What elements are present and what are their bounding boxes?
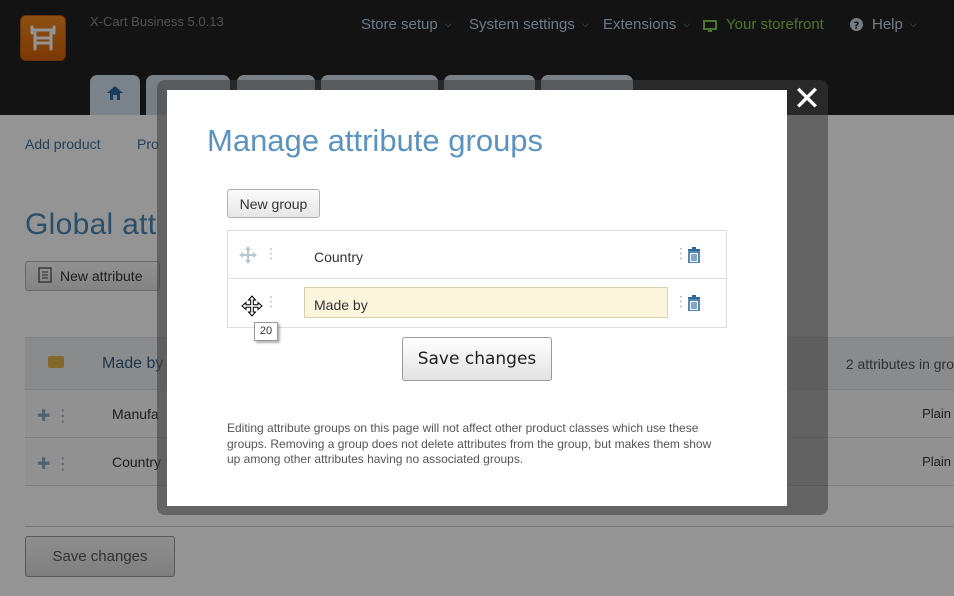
- save-changes-button[interactable]: Save changes: [402, 337, 552, 381]
- group-name-input[interactable]: Made by: [304, 287, 668, 318]
- dialog-title: Manage attribute groups: [207, 123, 544, 158]
- new-group-button[interactable]: New group: [227, 189, 320, 218]
- move-icon[interactable]: [238, 245, 258, 265]
- list-item: ⋮ Made by ⋮: [228, 279, 726, 327]
- close-icon[interactable]: ✕: [790, 82, 824, 116]
- separator-dots-icon: ⋮: [674, 245, 688, 261]
- drag-dots-icon: ⋮: [264, 293, 278, 309]
- group-name[interactable]: Country: [314, 249, 363, 265]
- help-note: Editing attribute groups on this page wi…: [227, 421, 712, 466]
- drag-dots-icon: ⋮: [264, 245, 278, 261]
- groups-list: ⋮ Country ⋮ ⋮ Made by ⋮: [227, 230, 727, 328]
- trash-icon[interactable]: [687, 247, 701, 264]
- manage-attribute-groups-dialog: Manage attribute groups New group ⋮ Coun…: [167, 90, 787, 506]
- trash-icon[interactable]: [687, 295, 701, 312]
- separator-dots-icon: ⋮: [674, 293, 688, 309]
- move-cursor-icon: [240, 294, 264, 318]
- list-item: ⋮ Country ⋮: [228, 231, 726, 279]
- tooltip: 20: [254, 322, 278, 341]
